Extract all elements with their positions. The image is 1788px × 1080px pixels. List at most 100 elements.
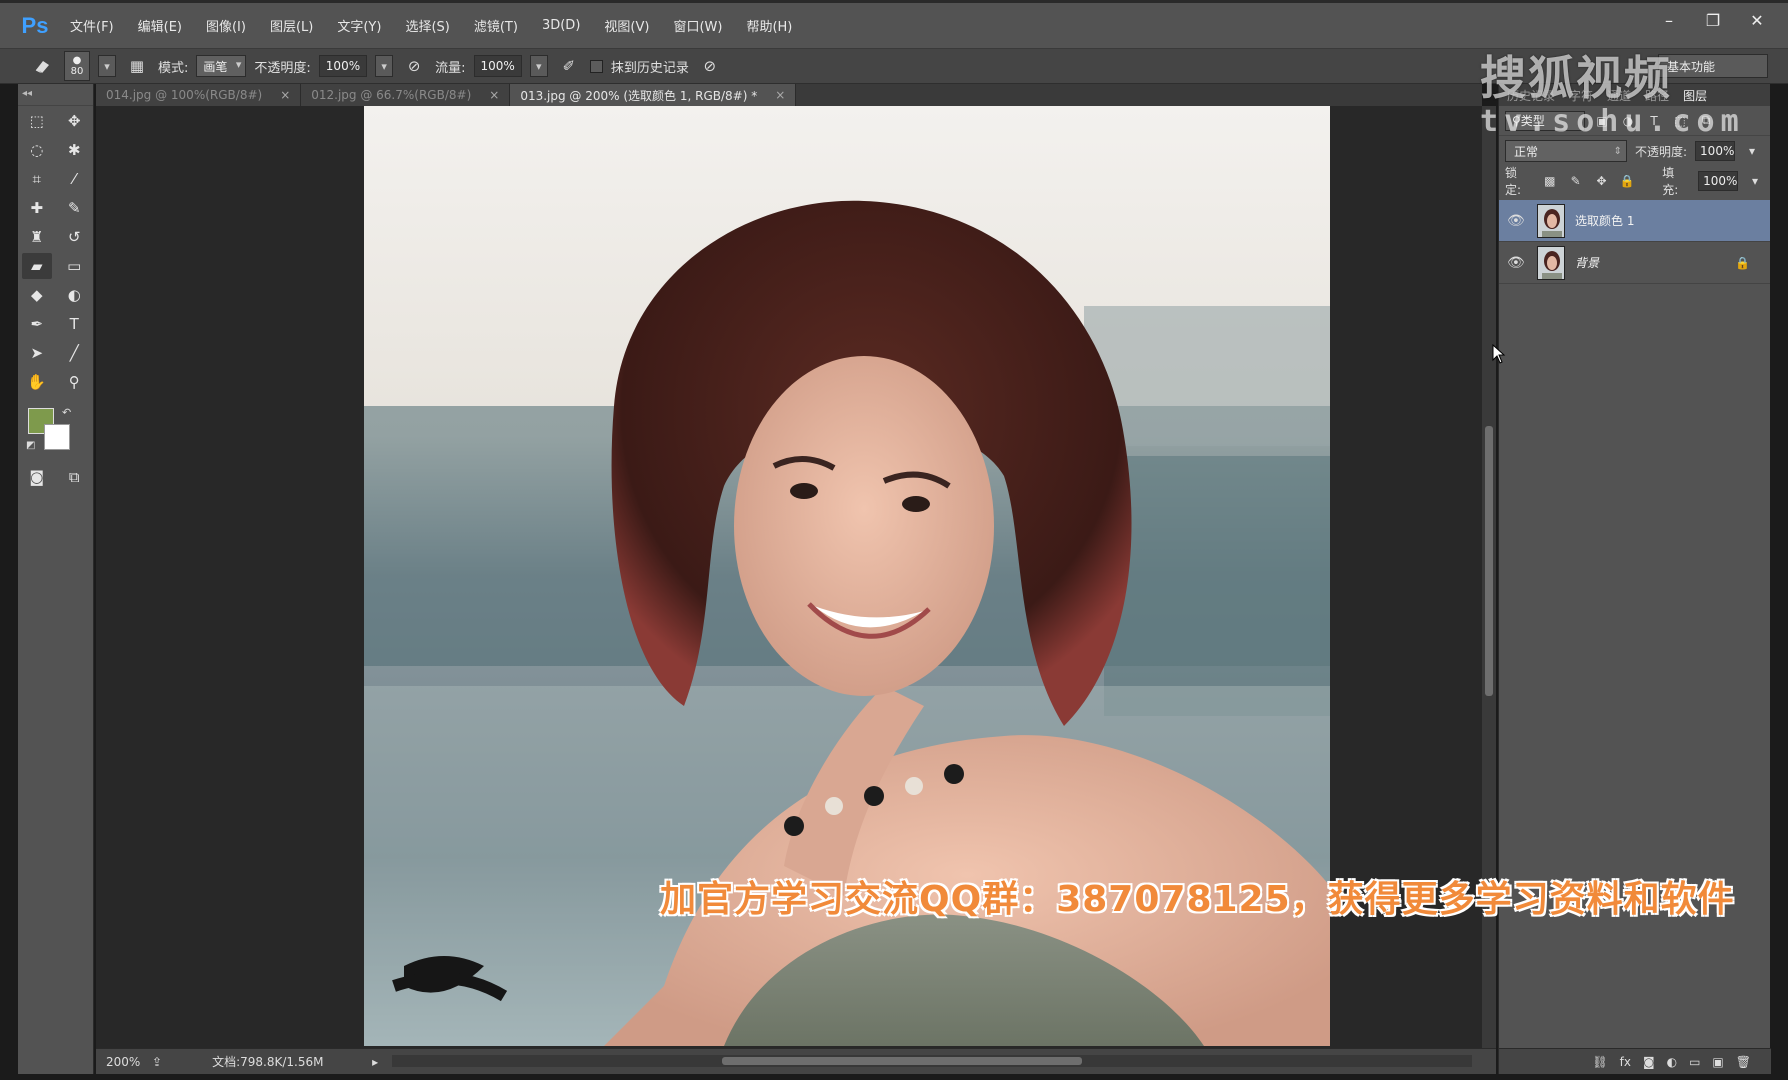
window-controls: – ❐ ✕ [1658,9,1768,31]
document-tabs: 014.jpg @ 100%(RGB/8#) × 012.jpg @ 66.7%… [96,84,1482,106]
airbrush-icon[interactable]: ✐ [556,53,582,79]
background-color-swatch[interactable] [44,424,70,450]
tab-close-icon[interactable]: × [775,88,785,102]
opacity-dropdown-icon[interactable]: ▾ [1743,142,1761,160]
app-logo: Ps [21,12,49,38]
link-layers-icon[interactable]: ⛓ [1592,1055,1607,1069]
menu-layer[interactable]: 图层(L) [258,11,325,41]
add-mask-icon[interactable]: ◙ [1643,1055,1655,1069]
clone-stamp-tool-icon[interactable]: ♜ [22,224,52,250]
lock-transparent-icon[interactable]: ▩ [1541,172,1559,190]
tab-013[interactable]: 013.jpg @ 200% (选取颜色 1, RGB/8#) * × [510,84,797,106]
menu-filter[interactable]: 滤镜(T) [462,11,530,41]
menu-select[interactable]: 选择(S) [393,11,461,41]
new-adjustment-layer-icon[interactable]: ◐ [1667,1055,1677,1069]
brush-panel-toggle-icon[interactable]: ▦ [124,53,150,79]
menu-window[interactable]: 窗口(W) [661,11,734,41]
new-group-icon[interactable]: ▭ [1689,1055,1700,1069]
layer-background[interactable]: 👁 背景 🔒 [1499,242,1770,284]
tab-close-icon[interactable]: × [280,88,290,102]
horizontal-scrollbar[interactable] [392,1055,1472,1067]
bottom-strip [0,1074,1788,1080]
brush-picker-arrow-icon[interactable]: ▾ [98,55,116,77]
zoom-tool-icon[interactable]: ⚲ [59,369,89,395]
magic-wand-tool-icon[interactable]: ✱ [59,137,89,163]
lock-image-icon[interactable]: ✎ [1567,172,1585,190]
layers-panel-footer: ⛓ fx ◙ ◐ ▭ ▣ 🗑 [1499,1048,1771,1074]
watermark-domain: tv.sohu.com [1480,104,1745,139]
vertical-scroll-thumb[interactable] [1485,426,1493,696]
layer-style-icon[interactable]: fx [1620,1055,1631,1069]
quick-mask-icon[interactable]: ◙ [22,464,52,490]
brush-size-value: 80 [70,66,84,77]
type-tool-icon[interactable]: T [59,311,89,337]
opacity-label: 不透明度: [254,60,311,76]
gradient-tool-icon[interactable]: ▭ [59,253,89,279]
tab-012[interactable]: 012.jpg @ 66.7%(RGB/8#) × [301,84,511,106]
layer-selective-color[interactable]: 👁 选取颜色 1 [1499,200,1770,242]
menu-view[interactable]: 视图(V) [592,11,661,41]
menu-image[interactable]: 图像(I) [194,11,258,41]
tab-close-icon[interactable]: × [489,88,499,102]
opacity-dropdown-icon[interactable]: ▾ [375,55,394,77]
erase-to-history-checkbox[interactable] [589,59,603,73]
layer-name: 背景 [1575,256,1600,270]
status-menu-arrow-icon[interactable]: ▸ [372,1055,378,1069]
flow-dropdown-icon[interactable]: ▾ [529,55,548,77]
delete-layer-icon[interactable]: 🗑 [1736,1055,1751,1069]
subtitle-caption: 加官方学习交流QQ群：387078125，获得更多学习资料和软件 [660,879,1735,920]
history-brush-tool-icon[interactable]: ↺ [59,224,89,250]
brush-size-picker[interactable]: ● 80 [64,51,90,81]
lasso-tool-icon[interactable]: ◌ [22,137,52,163]
visibility-eye-icon[interactable]: 👁 [1507,255,1527,271]
menu-edit[interactable]: 编辑(E) [126,11,194,41]
mode-select[interactable]: 画笔 [196,55,247,77]
screen-mode-icon[interactable]: ⧉ [59,464,89,490]
fill-field[interactable]: 100% [1698,171,1739,191]
layer-opacity-field[interactable]: 100% [1695,141,1736,161]
zoom-readout[interactable]: 200% [96,1055,152,1069]
menu-type[interactable]: 文字(Y) [325,11,393,41]
erase-to-history-label: 抹到历史记录 [610,60,689,76]
minimize-button[interactable]: – [1658,9,1680,31]
pressure-size-icon[interactable]: ⊘ [697,53,723,79]
lock-position-icon[interactable]: ✥ [1593,172,1611,190]
opacity-field[interactable]: 100% [318,55,368,77]
swap-colors-icon[interactable]: ↶ [62,406,71,419]
default-colors-icon[interactable]: ◩ [26,440,35,451]
healing-brush-tool-icon[interactable]: ✚ [22,195,52,221]
tab-014[interactable]: 014.jpg @ 100%(RGB/8#) × [96,84,302,106]
eraser-tool-preset-icon[interactable] [30,53,56,79]
menu-file[interactable]: 文件(F) [58,11,126,41]
pressure-opacity-icon[interactable]: ⊘ [401,53,427,79]
layer-thumbnail [1537,245,1565,280]
brush-tool-icon[interactable]: ✎ [59,195,89,221]
menu-3d[interactable]: 3D(D) [530,11,592,41]
share-icon[interactable]: ⇪ [152,1055,162,1069]
lock-all-icon[interactable]: 🔒 [1618,172,1636,190]
crop-tool-icon[interactable]: ⌗ [22,166,52,192]
pen-tool-icon[interactable]: ✒ [22,311,52,337]
new-layer-icon[interactable]: ▣ [1712,1055,1723,1069]
flow-field[interactable]: 100% [473,55,522,77]
close-button[interactable]: ✕ [1746,9,1768,31]
marquee-tool-icon[interactable]: ⬚ [22,108,52,134]
menu-help[interactable]: 帮助(H) [734,11,804,41]
eraser-tool-icon[interactable]: ▰ [21,252,52,279]
blend-mode-select[interactable]: 正常 [1505,140,1627,162]
horizontal-scroll-thumb[interactable] [722,1057,1082,1065]
eyedropper-tool-icon[interactable]: ⁄ [59,166,89,192]
mode-label: 模式: [158,60,189,76]
line-tool-icon[interactable]: ╱ [59,340,89,366]
toolbox-collapse-icon[interactable]: ◂◂ [18,84,93,106]
restore-button[interactable]: ❐ [1702,9,1724,31]
dodge-tool-icon[interactable]: ◐ [59,282,89,308]
hand-tool-icon[interactable]: ✋ [22,369,52,395]
path-selection-tool-icon[interactable]: ➤ [22,340,52,366]
menu-bar: Ps 文件(F) 编辑(E) 图像(I) 图层(L) 文字(Y) 选择(S) 滤… [0,0,1788,48]
fill-dropdown-icon[interactable]: ▾ [1746,172,1764,190]
blur-tool-icon[interactable]: ◆ [22,282,52,308]
layer-opacity-label: 不透明度: [1635,144,1688,159]
move-tool-icon[interactable]: ✥ [59,108,89,134]
visibility-eye-icon[interactable]: 👁 [1507,213,1527,229]
